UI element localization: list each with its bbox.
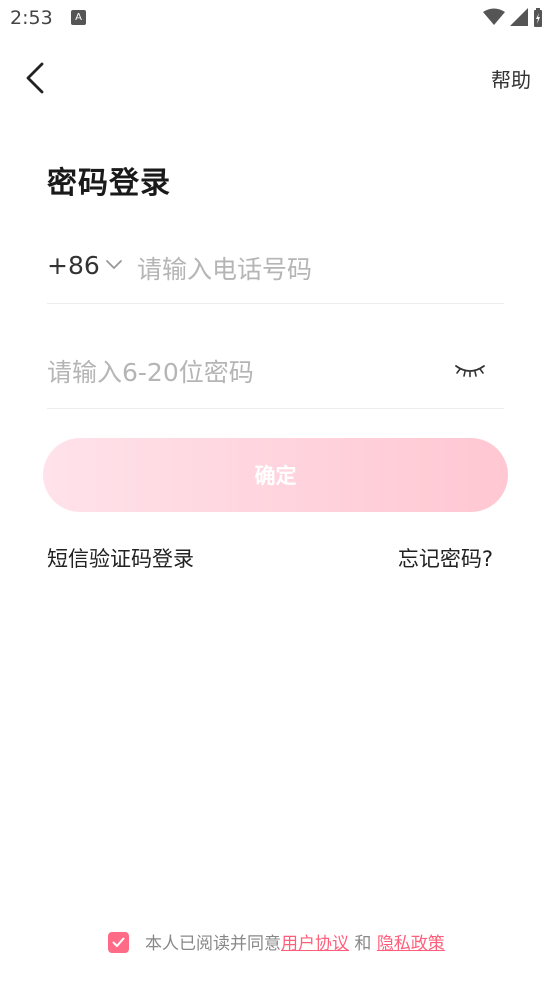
sms-login-link[interactable]: 短信验证码登录 xyxy=(47,543,194,573)
agreement-text: 本人已阅读并同意 xyxy=(145,934,281,954)
user-agreement-link[interactable]: 用户协议 xyxy=(281,934,349,954)
app-notification-icon: A xyxy=(71,10,86,25)
agreement-and: 和 xyxy=(354,934,372,954)
forgot-password-link[interactable]: 忘记密码? xyxy=(398,543,493,573)
password-row xyxy=(47,348,504,409)
privacy-policy-link[interactable]: 隐私政策 xyxy=(377,934,445,954)
phone-input[interactable] xyxy=(137,251,497,287)
chevron-left-icon xyxy=(26,62,44,94)
status-bar: 2:53 A xyxy=(0,0,551,36)
wifi-icon xyxy=(482,8,505,25)
eye-closed-icon[interactable] xyxy=(454,360,486,380)
phone-row: +86 xyxy=(47,243,504,304)
country-code-selector[interactable]: +86 xyxy=(47,251,100,280)
check-icon xyxy=(112,937,125,947)
password-input[interactable] xyxy=(47,354,427,390)
battery-icon xyxy=(534,8,542,27)
agreement-checkbox[interactable] xyxy=(108,932,129,953)
status-time: 2:53 xyxy=(10,7,53,29)
help-button[interactable]: 帮助 xyxy=(491,64,531,93)
confirm-button[interactable]: 确定 xyxy=(43,438,508,512)
status-indicators xyxy=(482,8,543,28)
chevron-down-icon[interactable] xyxy=(105,259,123,271)
back-button[interactable] xyxy=(20,60,52,96)
agreement-row: 本人已阅读并同意用户协议 和 隐私政策 xyxy=(108,929,445,954)
page-title: 密码登录 xyxy=(47,166,171,201)
signal-icon xyxy=(509,8,528,26)
